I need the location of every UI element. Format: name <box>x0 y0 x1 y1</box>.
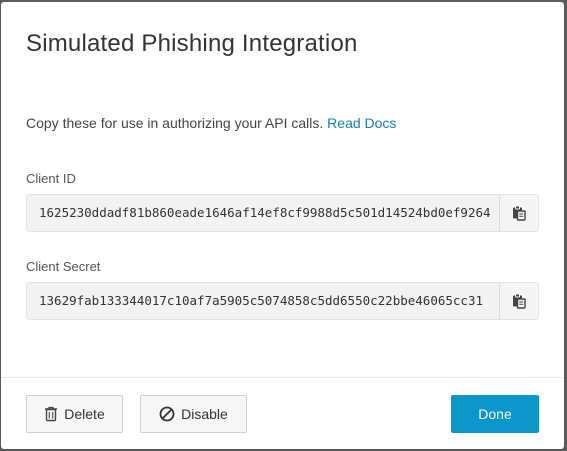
delete-button-label: Delete <box>64 406 105 422</box>
intro-text: Copy these for use in authorizing your A… <box>26 115 396 131</box>
client-secret-value[interactable]: 13629fab133344017c10af7a5905c5074858c5dd… <box>27 283 499 319</box>
clipboard-icon <box>511 293 527 309</box>
client-id-value[interactable]: 1625230ddadf81b860eade1646af14ef8cf9988d… <box>27 195 499 231</box>
read-docs-link[interactable]: Read Docs <box>327 115 396 131</box>
modal-footer: Delete Disable Done <box>1 377 564 449</box>
client-secret-label: Client Secret <box>26 259 101 274</box>
simulated-phishing-modal: Simulated Phishing Integration Copy thes… <box>1 2 564 449</box>
copy-client-secret-button[interactable] <box>499 283 538 319</box>
modal-title: Simulated Phishing Integration <box>26 30 358 57</box>
copy-client-id-button[interactable] <box>499 195 538 231</box>
done-button[interactable]: Done <box>451 395 539 433</box>
disable-button-label: Disable <box>181 406 228 422</box>
delete-button[interactable]: Delete <box>26 395 123 433</box>
trash-icon <box>44 406 58 422</box>
ban-icon <box>159 406 175 422</box>
disable-button[interactable]: Disable <box>140 395 247 433</box>
intro-text-label: Copy these for use in authorizing your A… <box>26 115 324 131</box>
clipboard-icon <box>511 205 527 221</box>
client-secret-field: 13629fab133344017c10af7a5905c5074858c5dd… <box>26 282 539 320</box>
client-id-field: 1625230ddadf81b860eade1646af14ef8cf9988d… <box>26 194 539 232</box>
client-id-label: Client ID <box>26 171 76 186</box>
